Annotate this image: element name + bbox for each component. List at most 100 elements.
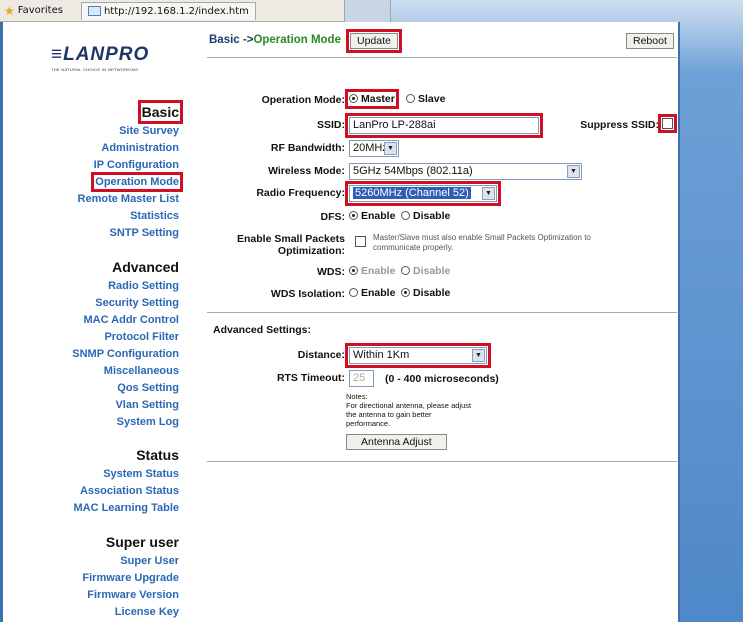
- favorites-star-icon[interactable]: ★: [4, 4, 15, 18]
- antenna-notes: Notes: For directional antenna, please a…: [346, 392, 471, 428]
- sidebar-item-firmware-version[interactable]: Firmware Version: [82, 587, 179, 604]
- chevron-down-icon: ▼: [567, 165, 580, 178]
- sidebar-item-license-key[interactable]: License Key: [82, 604, 179, 621]
- small-packets-note: Master/Slave must also enable Small Pack…: [373, 233, 591, 253]
- sidebar-item-sntp-setting[interactable]: SNTP Setting: [78, 225, 179, 242]
- lanpro-logo: ≡LANPRO THE NATURAL CHOICE IN NETWORKING: [51, 44, 171, 72]
- sidebar-item-radio-setting[interactable]: Radio Setting: [72, 278, 179, 295]
- sidebar-item-protocol-filter[interactable]: Protocol Filter: [72, 329, 179, 346]
- chevron-down-icon: ▼: [384, 142, 397, 155]
- sidebar-item-ip-configuration[interactable]: IP Configuration: [78, 157, 179, 174]
- sidebar-item-security-setting[interactable]: Security Setting: [72, 295, 179, 312]
- dfs-label: DFS:: [320, 211, 346, 223]
- sidebar-item-system-log[interactable]: System Log: [72, 414, 179, 431]
- radio-slave-label: Slave: [418, 93, 446, 105]
- nav-heading-status: Status: [136, 447, 179, 463]
- small-packets-label-line2: Optimization:: [277, 245, 345, 257]
- wds-disable-dot: [401, 266, 410, 275]
- nav-status: Status System Status Association Status …: [73, 445, 179, 517]
- distance-label: Distance:: [297, 349, 345, 361]
- browser-tab[interactable]: http://192.168.1.2/index.htm: [80, 1, 256, 20]
- sidebar-item-association-status[interactable]: Association Status: [73, 483, 179, 500]
- nav-heading-basic: Basic: [137, 100, 184, 124]
- sidebar-item-mac-addr-control[interactable]: MAC Addr Control: [72, 312, 179, 329]
- wds-isolation-disable-dot: [401, 288, 410, 297]
- page-icon: [87, 6, 101, 16]
- wds-enable-label: Enable: [361, 265, 396, 277]
- wds-disable-label: Disable: [413, 265, 451, 277]
- wireless-mode-select[interactable]: 5GHz 54Mbps (802.11a) ▼: [349, 163, 582, 180]
- dfs-disable-label: Disable: [413, 210, 451, 222]
- sidebar-item-qos-setting[interactable]: Qos Setting: [72, 380, 179, 397]
- small-packets-label-line1: Enable Small Packets: [237, 233, 345, 245]
- ssid-input[interactable]: LanPro LP-288ai: [345, 113, 543, 138]
- rf-bandwidth-select[interactable]: 20MHz ▼: [349, 140, 399, 157]
- radio-slave[interactable]: Slave: [406, 93, 445, 105]
- sidebar-item-miscellaneous[interactable]: Miscellaneous: [72, 363, 179, 380]
- wds-enable-radio[interactable]: Enable: [349, 265, 395, 277]
- nav-heading-superuser: Super user: [105, 534, 179, 550]
- sidebar-item-administration[interactable]: Administration: [78, 140, 179, 157]
- logo-tagline: THE NATURAL CHOICE IN NETWORKING: [51, 67, 139, 72]
- tab-url: http://192.168.1.2/index.htm: [103, 5, 249, 17]
- wds-isolation-enable-dot: [349, 288, 358, 297]
- breadcrumb-current: Operation Mode: [253, 34, 341, 46]
- dfs-enable-radio[interactable]: Enable: [349, 210, 395, 222]
- sidebar-item-mac-learning-table[interactable]: MAC Learning Table: [73, 500, 179, 517]
- wds-isolation-enable-label: Enable: [361, 287, 396, 299]
- sidebar: ≡LANPRO THE NATURAL CHOICE IN NETWORKING…: [3, 22, 193, 622]
- sidebar-item-operation-mode-label: Operation Mode: [91, 172, 183, 192]
- small-packets-checkbox[interactable]: [355, 236, 366, 247]
- wds-isolation-disable-label: Disable: [413, 287, 451, 299]
- radio-master-dot: [349, 94, 358, 103]
- nav-basic: Basic Site Survey Administration IP Conf…: [78, 100, 184, 242]
- dfs-enable-label: Enable: [361, 210, 396, 222]
- breadcrumb: Basic ->Operation Mode: [209, 34, 341, 46]
- sidebar-item-snmp-configuration[interactable]: SNMP Configuration: [72, 346, 179, 363]
- rf-bandwidth-label: RF Bandwidth:: [270, 142, 345, 154]
- dfs-disable-dot: [401, 211, 410, 220]
- logo-text: ≡LANPRO: [51, 44, 150, 65]
- rts-timeout-input[interactable]: 25: [349, 370, 374, 387]
- reboot-button[interactable]: Reboot: [626, 33, 674, 49]
- top-bar: Basic ->Operation Mode Update Reboot: [203, 29, 681, 56]
- update-button[interactable]: Update: [346, 29, 402, 53]
- dfs-disable-radio[interactable]: Disable: [401, 210, 450, 222]
- wds-isolation-label: WDS Isolation:: [270, 288, 345, 300]
- radio-master[interactable]: Master: [345, 89, 399, 109]
- rf-bandwidth-value: 20MHz: [353, 142, 388, 154]
- distance-select[interactable]: Within 1Km ▼: [345, 343, 491, 368]
- antenna-adjust-button[interactable]: Antenna Adjust: [346, 434, 447, 450]
- sidebar-item-super-user[interactable]: Super User: [82, 553, 179, 570]
- sidebar-item-statistics[interactable]: Statistics: [78, 208, 179, 225]
- suppress-ssid-label: Suppress SSID:: [580, 119, 659, 131]
- favorites-label[interactable]: Favorites: [18, 5, 63, 16]
- operation-mode-label: Operation Mode:: [261, 94, 345, 106]
- breadcrumb-prefix: Basic ->: [209, 34, 254, 46]
- notes-line1: Notes:: [346, 392, 368, 401]
- distance-value: Within 1Km: [353, 349, 410, 361]
- sidebar-item-remote-master-list[interactable]: Remote Master List: [78, 191, 179, 208]
- wireless-mode-value: 5GHz 54Mbps (802.11a): [353, 165, 473, 177]
- wds-disable-radio[interactable]: Disable: [401, 265, 450, 277]
- sidebar-item-vlan-setting[interactable]: Vlan Setting: [72, 397, 179, 414]
- router-page: ≡LANPRO THE NATURAL CHOICE IN NETWORKING…: [0, 22, 680, 622]
- sidebar-item-site-survey[interactable]: Site Survey: [78, 123, 179, 140]
- sidebar-item-operation-mode[interactable]: Operation Mode: [78, 172, 183, 192]
- wds-label: WDS:: [317, 266, 345, 278]
- sidebar-item-firmware-upgrade[interactable]: Firmware Upgrade: [82, 570, 179, 587]
- notes-line2: For directional antenna, please adjust: [346, 401, 472, 410]
- sidebar-item-system-status[interactable]: System Status: [73, 466, 179, 483]
- divider: [207, 57, 677, 58]
- wds-isolation-disable-radio[interactable]: Disable: [401, 287, 450, 299]
- small-packets-label: Enable Small Packets Optimization:: [203, 233, 345, 257]
- divider: [207, 461, 677, 462]
- wds-isolation-enable-radio[interactable]: Enable: [349, 287, 395, 299]
- radio-frequency-select[interactable]: 5260MHz (Channel 52) ▼: [345, 181, 501, 206]
- nav-advanced: Advanced Radio Setting Security Setting …: [72, 257, 179, 431]
- dfs-enable-dot: [349, 211, 358, 220]
- browser-tab-blank[interactable]: [344, 0, 391, 22]
- rts-timeout-label: RTS Timeout:: [276, 372, 345, 384]
- suppress-ssid-checkbox[interactable]: [658, 114, 677, 133]
- wds-enable-dot: [349, 266, 358, 275]
